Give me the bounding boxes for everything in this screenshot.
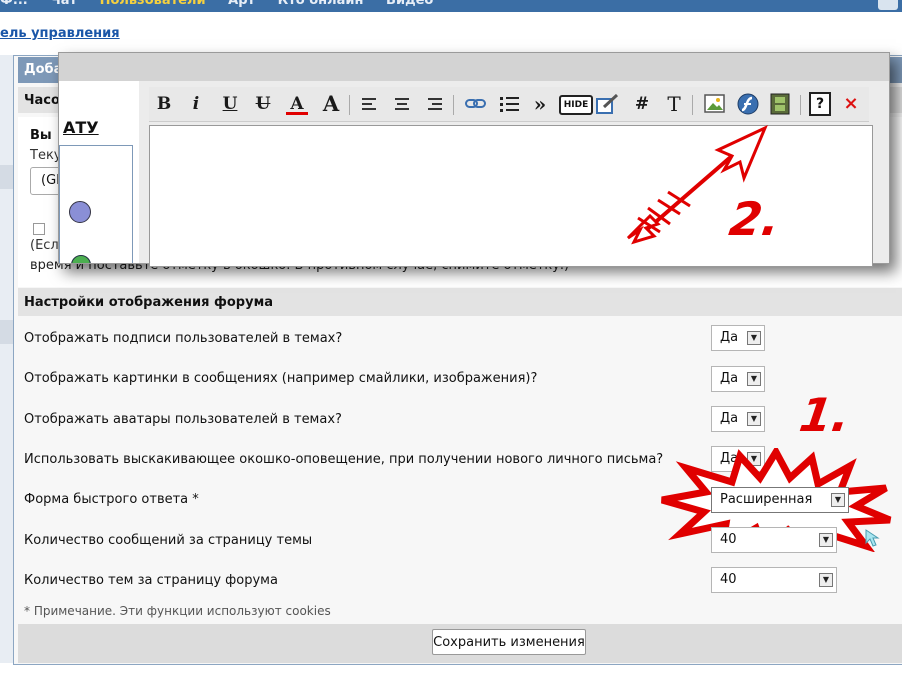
chevron-down-icon: ▼ <box>819 533 833 547</box>
avatars-select[interactable]: Да ▼ <box>711 406 765 432</box>
nav-item-video[interactable]: Видео <box>386 0 433 8</box>
topics-per-page-select[interactable]: 40 ▼ <box>711 567 837 593</box>
cookies-footnote: * Примечание. Эти функции используют coo… <box>24 604 331 618</box>
setting-label-posts-per-page: Количество сообщений за страницу темы <box>24 533 313 548</box>
smiley-panel <box>59 145 133 263</box>
italic-icon[interactable]: i <box>185 93 207 115</box>
font-size-icon[interactable]: A <box>319 93 343 115</box>
chevron-down-icon: ▼ <box>747 331 761 345</box>
font-color-icon[interactable]: A <box>286 93 308 115</box>
nav-item-online[interactable]: Кто онлайн <box>278 0 364 8</box>
video-icon[interactable] <box>769 93 791 115</box>
save-changes-button[interactable]: Сохранить изменения <box>432 629 586 655</box>
setting-label-quick-reply: Форма быстрого ответа * <box>24 492 199 507</box>
popup-heading: АТУ <box>63 118 99 137</box>
close-icon[interactable]: × <box>841 93 861 115</box>
dst-checkbox[interactable] <box>33 223 45 235</box>
quick-reply-select[interactable]: Расширенная ▼ <box>711 487 849 513</box>
nav-item-chat[interactable]: Чат <box>50 0 77 8</box>
flash-icon[interactable] <box>736 92 760 116</box>
setting-label-pm-popup: Использовать выскакивающее окошко-оповещ… <box>24 452 664 467</box>
nav-item-art[interactable]: Арт <box>228 0 255 8</box>
forum-display-settings-header: Настройки отображения форума <box>18 288 902 316</box>
align-center-icon[interactable] <box>394 96 412 112</box>
cursor-icon <box>865 529 880 547</box>
setting-label-signatures: Отображать подписи пользователей в темах… <box>24 331 343 346</box>
control-panel-link[interactable]: ель управления <box>0 26 120 41</box>
annotation-one: 1. <box>796 388 854 442</box>
editor-toolbar: B i U U A A » HIDE # T ? × <box>149 87 869 122</box>
images-select[interactable]: Да ▼ <box>711 366 765 392</box>
chevron-down-icon: ▼ <box>747 412 761 426</box>
link-icon[interactable] <box>465 97 487 111</box>
align-left-icon[interactable] <box>361 96 379 112</box>
timezone-heading: Вы <box>30 128 52 143</box>
annotation-two: 2. <box>726 192 784 246</box>
bold-icon[interactable]: B <box>153 93 175 115</box>
smiley-icon[interactable] <box>69 201 91 223</box>
top-nav-bar: Ф... Чат Пользователи Арт Кто онлайн Вид… <box>0 0 902 12</box>
strikethrough-icon[interactable]: U <box>252 93 274 115</box>
current-time-label: Теку <box>30 148 62 163</box>
hide-icon[interactable]: HIDE <box>559 95 593 115</box>
dst-note: (Есл <box>30 238 59 253</box>
help-icon[interactable]: ? <box>809 92 831 116</box>
text-icon[interactable]: T <box>663 93 685 115</box>
top-right-control[interactable] <box>878 0 898 10</box>
chevron-down-icon: ▼ <box>819 573 833 587</box>
side-strip <box>0 55 13 663</box>
chevron-down-icon: ▼ <box>831 493 845 507</box>
posts-per-page-select[interactable]: 40 ▼ <box>711 527 837 553</box>
list-icon[interactable] <box>499 95 521 113</box>
quote-icon[interactable]: » <box>529 93 551 115</box>
setting-label-avatars: Отображать аватары пользователей в темах… <box>24 412 342 427</box>
underline-icon[interactable]: U <box>219 93 241 115</box>
align-right-icon[interactable] <box>427 96 445 112</box>
setting-label-topics-per-page: Количество тем за страницу форума <box>24 573 278 588</box>
hash-icon[interactable]: # <box>631 93 653 115</box>
popup-titlebar <box>59 53 889 81</box>
setting-label-images: Отображать картинки в сообщениях (наприм… <box>24 371 538 386</box>
nav-item-users[interactable]: Пользователи <box>100 0 206 8</box>
signatures-select[interactable]: Да ▼ <box>711 325 765 351</box>
image-icon[interactable] <box>704 94 726 114</box>
edit-icon[interactable] <box>596 94 620 114</box>
chevron-down-icon: ▼ <box>747 372 761 386</box>
nav-item-forum[interactable]: Ф... <box>0 0 28 8</box>
